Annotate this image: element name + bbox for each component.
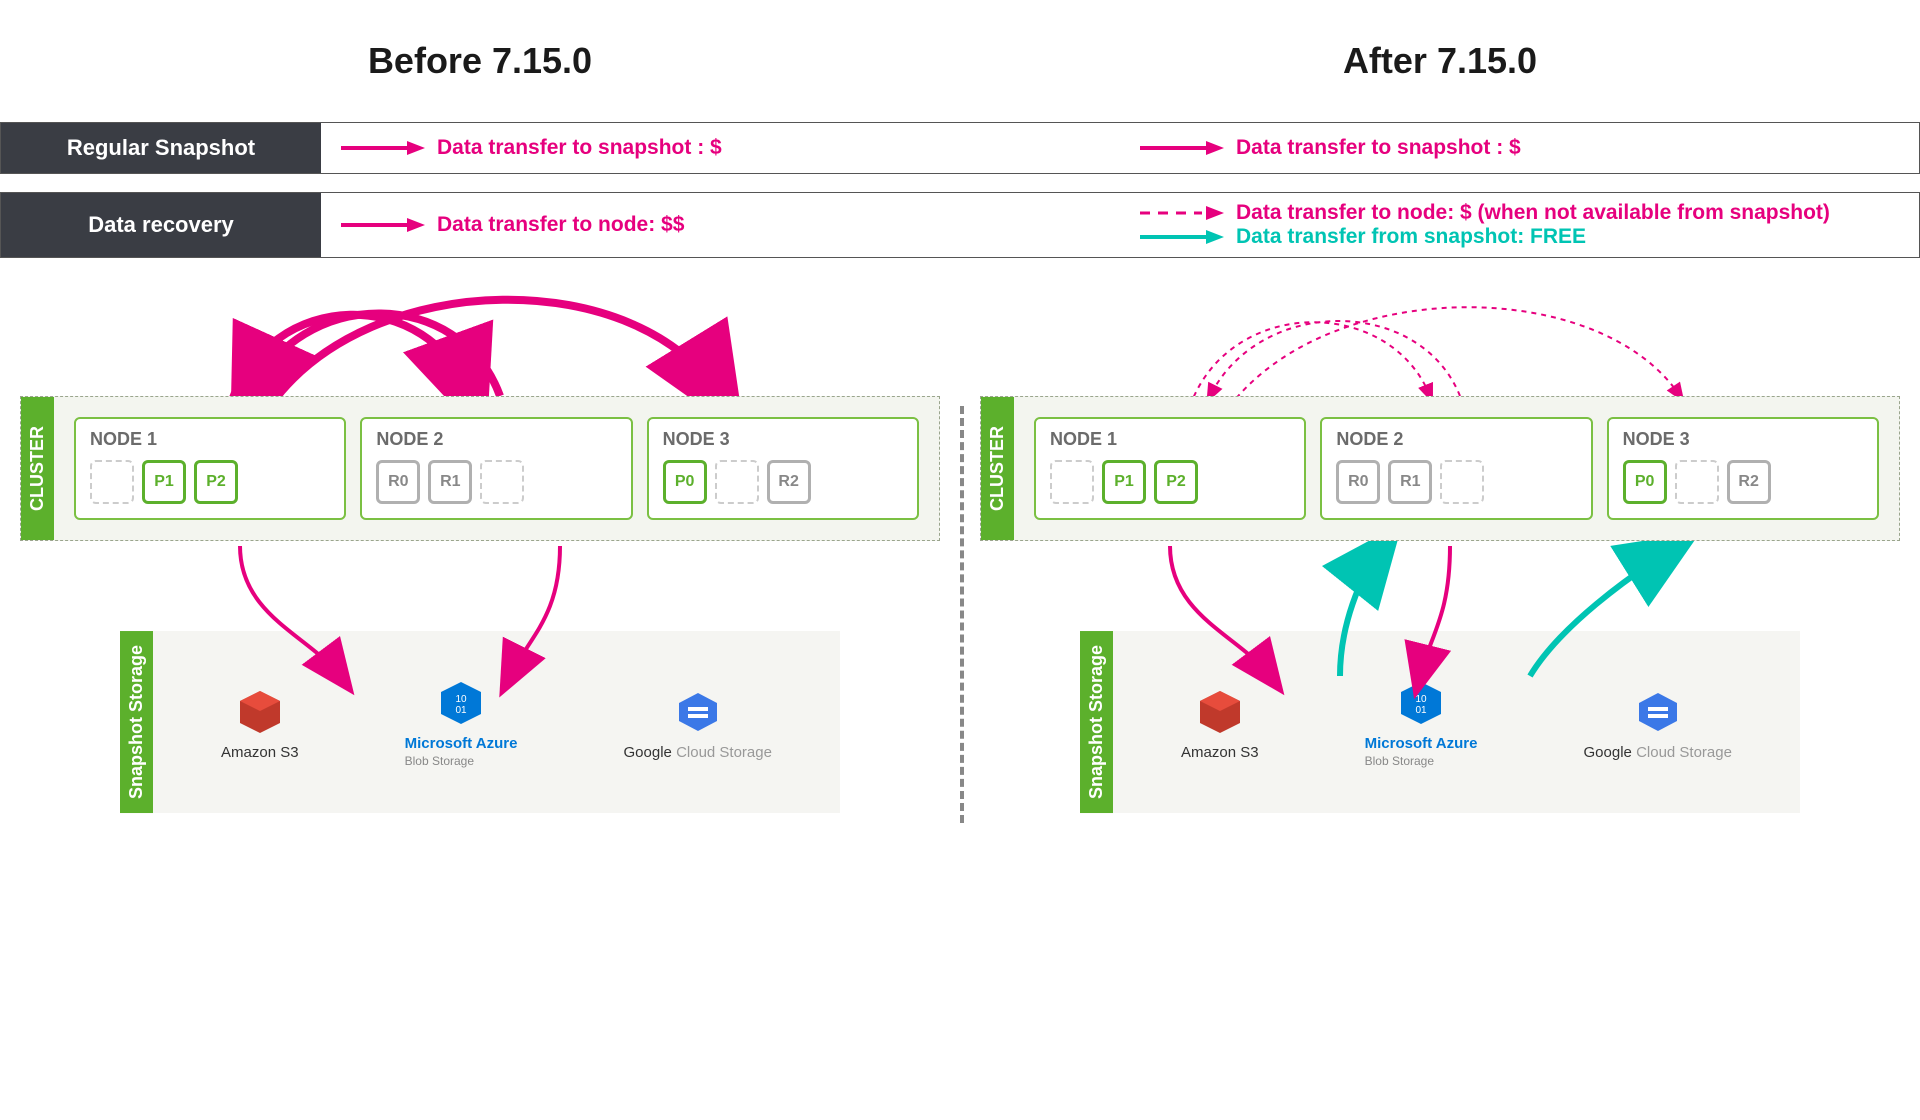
storage-label: Snapshot Storage <box>120 631 153 813</box>
provider-label: Amazon S3 <box>221 744 299 761</box>
node-n1: NODE 1 P1P2 <box>1034 417 1306 520</box>
shard-empty <box>1675 460 1719 504</box>
node-title: NODE 1 <box>90 429 330 450</box>
shard-empty <box>1050 460 1094 504</box>
provider-s3: Amazon S3 <box>221 684 299 761</box>
node-n3: NODE 3 P0 R2 <box>1607 417 1879 520</box>
node-title: NODE 1 <box>1050 429 1290 450</box>
node-title: NODE 3 <box>663 429 903 450</box>
node-n3: NODE 3 P0 R2 <box>647 417 919 520</box>
storage-box: Snapshot Storage Amazon S3 1001 Microsof… <box>120 631 840 813</box>
storage-box: Snapshot Storage Amazon S3 1001 Microsof… <box>1080 631 1800 813</box>
provider-label: Microsoft AzureBlob Storage <box>405 735 518 769</box>
node-n2: NODE 2 R0R1 <box>1320 417 1592 520</box>
svg-text:10: 10 <box>1415 694 1427 705</box>
s3-icon <box>232 684 288 740</box>
storage-label: Snapshot Storage <box>1080 631 1113 813</box>
node-n1: NODE 1 P1P2 <box>74 417 346 520</box>
provider-label: Microsoft AzureBlob Storage <box>1365 735 1478 769</box>
after-panel: CLUSTER NODE 1 P1P2 NODE 2 R0R1 NODE 3 P0 R2 S… <box>960 276 1920 833</box>
shard-primary: P0 <box>1623 460 1667 504</box>
shard-primary: P1 <box>142 460 186 504</box>
legend-text: Data transfer to snapshot : $ <box>1236 136 1521 160</box>
legend-row-snapshot: Regular Snapshot Data transfer to snapsh… <box>0 122 1920 174</box>
shard-primary: P2 <box>194 460 238 504</box>
provider-azure: 1001 Microsoft AzureBlob Storage <box>405 675 518 769</box>
arrow-dashed-icon <box>1136 203 1226 223</box>
cluster-label: CLUSTER <box>981 397 1014 540</box>
shard-replica: R0 <box>376 460 420 504</box>
provider-azure: 1001 Microsoft AzureBlob Storage <box>1365 675 1478 769</box>
gcs-icon <box>1630 684 1686 740</box>
arrow-icon <box>337 138 427 158</box>
provider-gcs: Google Cloud Storage <box>1584 684 1732 761</box>
shard-replica: R2 <box>767 460 811 504</box>
shard-replica: R1 <box>428 460 472 504</box>
arrow-icon <box>1136 227 1226 247</box>
before-panel: CLUSTER NODE 1 P1P2 NODE 2 R0R1 NODE 3 P0 R2 S… <box>0 276 960 833</box>
azure-icon: 1001 <box>1393 675 1449 731</box>
legend-text: Data transfer to snapshot : $ <box>437 136 722 160</box>
shard-empty <box>480 460 524 504</box>
arrow-icon <box>1136 138 1226 158</box>
node-n2: NODE 2 R0R1 <box>360 417 632 520</box>
azure-icon: 1001 <box>433 675 489 731</box>
gcs-icon <box>670 684 726 740</box>
cluster-label: CLUSTER <box>21 397 54 540</box>
svg-text:10: 10 <box>455 694 467 705</box>
shard-primary: P1 <box>1102 460 1146 504</box>
shard-empty <box>1440 460 1484 504</box>
svg-text:01: 01 <box>455 705 467 716</box>
legend-text: Data transfer from snapshot: FREE <box>1236 225 1586 249</box>
shard-replica: R1 <box>1388 460 1432 504</box>
provider-label: Google Cloud Storage <box>624 744 772 761</box>
s3-icon <box>1192 684 1248 740</box>
provider-label: Google Cloud Storage <box>1584 744 1732 761</box>
shard-replica: R0 <box>1336 460 1380 504</box>
cluster-box: CLUSTER NODE 1 P1P2 NODE 2 R0R1 NODE 3 P0 R2 <box>980 396 1900 541</box>
legend-row-recovery: Data recovery Data transfer to node: $$ … <box>0 192 1920 258</box>
legend-label-recovery: Data recovery <box>1 193 321 257</box>
title-after: After 7.15.0 <box>960 40 1920 82</box>
shard-primary: P0 <box>663 460 707 504</box>
shard-empty <box>715 460 759 504</box>
provider-gcs: Google Cloud Storage <box>624 684 772 761</box>
legend-text: Data transfer to node: $ (when not avail… <box>1236 201 1830 225</box>
legend-label-snapshot: Regular Snapshot <box>1 123 321 173</box>
arrow-icon <box>337 215 427 235</box>
svg-text:01: 01 <box>1415 705 1427 716</box>
legend-text: Data transfer to node: $$ <box>437 213 684 237</box>
provider-s3: Amazon S3 <box>1181 684 1259 761</box>
node-title: NODE 2 <box>376 429 616 450</box>
shard-replica: R2 <box>1727 460 1771 504</box>
cluster-box: CLUSTER NODE 1 P1P2 NODE 2 R0R1 NODE 3 P0 R2 <box>20 396 940 541</box>
shard-empty <box>90 460 134 504</box>
node-title: NODE 2 <box>1336 429 1576 450</box>
title-before: Before 7.15.0 <box>0 40 960 82</box>
node-title: NODE 3 <box>1623 429 1863 450</box>
shard-primary: P2 <box>1154 460 1198 504</box>
provider-label: Amazon S3 <box>1181 744 1259 761</box>
